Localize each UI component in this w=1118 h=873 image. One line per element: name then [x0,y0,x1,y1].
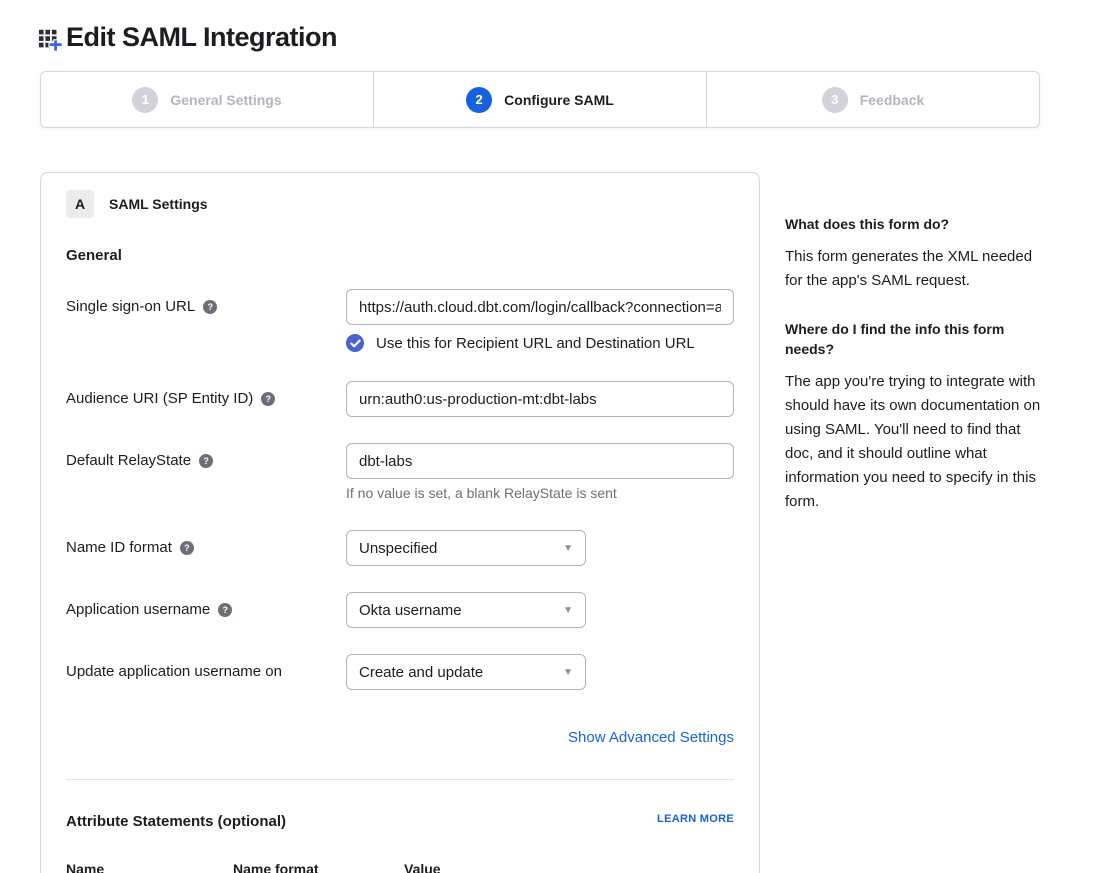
sso-url-row: Single sign-on URL ? [66,289,734,325]
field-label-text: Default RelayState [66,452,191,469]
card-title: SAML Settings [109,196,208,212]
help-question-2: Where do I find the info this form needs… [785,319,1043,359]
recipient-url-checkbox-label: Use this for Recipient URL and Destinati… [376,335,695,352]
update-username-row: Update application username on Create an… [66,654,734,690]
step-number-badge: 3 [822,87,848,113]
edit-saml-integration-page: Edit SAML Integration 1 General Settings… [0,0,1118,873]
application-username-label: Application username ? [66,592,346,618]
name-id-format-row: Name ID format ? Unspecified ▼ [66,530,734,566]
help-question-1: What does this form do? [785,214,1043,234]
column-header-value: Value [404,861,734,873]
help-answer-2: The app you're trying to integrate with … [785,370,1043,514]
help-icon[interactable]: ? [180,541,194,555]
general-section-heading: General [66,247,734,264]
chevron-down-icon: ▼ [563,543,573,554]
help-answer-1: This form generates the XML needed for t… [785,245,1043,293]
app-grid-plus-icon [38,26,63,53]
saml-settings-card: A SAML Settings General Single sign-on U… [40,172,760,873]
step-label: Configure SAML [504,92,614,108]
name-id-format-label: Name ID format ? [66,530,346,556]
chevron-down-icon: ▼ [563,667,573,678]
application-username-select[interactable]: Okta username ▼ [346,592,586,628]
field-label-text: Single sign-on URL [66,298,195,315]
name-id-format-select[interactable]: Unspecified ▼ [346,530,586,566]
select-value: Create and update [359,664,483,681]
audience-uri-label: Audience URI (SP Entity ID) ? [66,381,346,407]
help-sidebar: What does this form do? This form genera… [785,214,1043,540]
audience-uri-row: Audience URI (SP Entity ID) ? [66,381,734,417]
step-wizard: 1 General Settings 2 Configure SAML 3 Fe… [40,71,1040,128]
check-icon [350,338,361,349]
select-value: Unspecified [359,540,437,557]
column-header-name-format: Name format [233,861,404,873]
relay-state-label: Default RelayState ? [66,443,346,469]
audience-uri-input[interactable] [346,381,734,417]
relay-state-input[interactable] [346,443,734,479]
field-label-text: Audience URI (SP Entity ID) [66,390,253,407]
application-username-row: Application username ? Okta username ▼ [66,592,734,628]
step-general-settings[interactable]: 1 General Settings [41,72,374,127]
column-header-name: Name [66,861,233,873]
sso-url-input[interactable] [346,289,734,325]
attribute-statements-title: Attribute Statements (optional) [66,813,286,830]
help-icon[interactable]: ? [203,300,217,314]
field-label-text: Update application username on [66,663,282,680]
step-configure-saml[interactable]: 2 Configure SAML [374,72,707,127]
step-label: General Settings [170,92,281,108]
relay-state-row: Default RelayState ? [66,443,734,479]
update-username-select[interactable]: Create and update ▼ [346,654,586,690]
relay-state-helper-text: If no value is set, a blank RelayState i… [346,485,734,501]
attribute-statements-table-header: Name Name format Value [66,861,734,873]
page-title: Edit SAML Integration [66,22,337,53]
card-header: A SAML Settings [66,190,734,218]
help-icon[interactable]: ? [261,392,275,406]
field-label-text: Application username [66,601,210,618]
attribute-statements-header: Attribute Statements (optional) LEARN MO… [66,813,734,830]
show-advanced-settings-link[interactable]: Show Advanced Settings [568,729,734,746]
recipient-url-checkbox-row: Use this for Recipient URL and Destinati… [346,334,734,352]
section-a-badge: A [66,190,94,218]
select-value: Okta username [359,602,462,619]
page-header: Edit SAML Integration [38,22,337,53]
update-username-label: Update application username on [66,654,346,680]
field-label-text: Name ID format [66,539,172,556]
chevron-down-icon: ▼ [563,605,573,616]
step-number-badge: 1 [132,87,158,113]
sso-url-label: Single sign-on URL ? [66,289,346,315]
help-icon[interactable]: ? [218,603,232,617]
step-label: Feedback [860,92,925,108]
section-divider [66,779,734,780]
learn-more-link[interactable]: LEARN MORE [657,813,734,825]
step-feedback[interactable]: 3 Feedback [707,72,1039,127]
help-icon[interactable]: ? [199,454,213,468]
step-number-badge: 2 [466,87,492,113]
advanced-link-row: Show Advanced Settings [66,729,734,747]
recipient-url-checkbox[interactable] [346,334,364,352]
